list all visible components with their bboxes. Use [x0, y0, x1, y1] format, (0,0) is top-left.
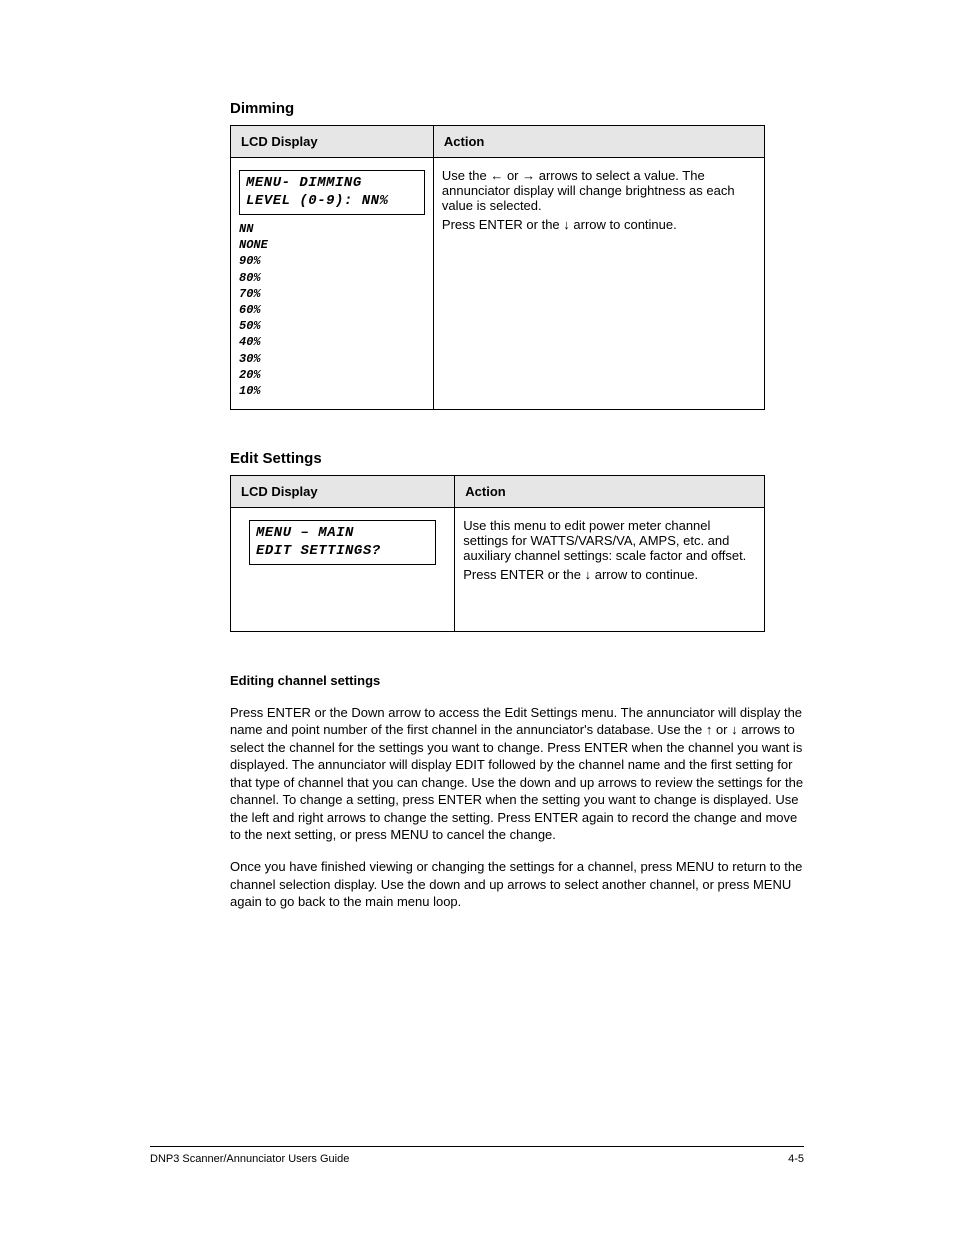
dimming-col-lcd: LCD Display [231, 126, 434, 158]
dimming-value-4: 60% [239, 302, 425, 318]
edit-action-cell: Use this menu to edit power meter channe… [455, 508, 765, 632]
edit-action-2b: arrow to continue. [591, 567, 698, 582]
dimming-value-1: 90% [239, 253, 425, 269]
body-p1c: arrows to select the channel for the set… [230, 722, 803, 842]
edit-lcd-line2: EDIT SETTINGS? [256, 543, 429, 561]
dimming-action-cell: Use the ← or → arrows to select a value.… [433, 158, 764, 410]
dimming-action-2a: Press ENTER or the [442, 217, 563, 232]
edit-lcd-line1: MENU – MAIN [256, 525, 429, 543]
edit-col-action: Action [455, 476, 765, 508]
dimming-value-0: NONE [239, 237, 425, 253]
dimming-lcd-line1: MENU- DIMMING [246, 175, 418, 193]
dimming-action-2b: arrow to continue. [570, 217, 677, 232]
dimming-action-1a: Use the [442, 168, 490, 183]
body-p1b: or [712, 722, 731, 737]
dimming-table: LCD Display Action MENU- DIMMING LEVEL (… [230, 125, 765, 410]
edit-action-2a: Press ENTER or the [463, 567, 584, 582]
dimming-lcd-line2: LEVEL (0-9): NN% [246, 193, 418, 211]
arrow-left-icon: ← [490, 168, 503, 183]
dimming-value-2: 80% [239, 270, 425, 286]
dimming-value-9: 10% [239, 383, 425, 399]
dimming-heading: Dimming [230, 100, 804, 117]
dimming-value-3: 70% [239, 286, 425, 302]
dimming-value-8: 20% [239, 367, 425, 383]
footer-right: 4-5 [788, 1153, 804, 1165]
dimming-value-7: 30% [239, 351, 425, 367]
edit-settings-table: LCD Display Action MENU – MAIN EDIT SETT… [230, 475, 765, 632]
body-text-block: Editing channel settings Press ENTER or … [230, 672, 804, 911]
footer-left: DNP3 Scanner/Annunciator Users Guide [150, 1153, 349, 1165]
page-footer: DNP3 Scanner/Annunciator Users Guide 4-5 [150, 1146, 804, 1165]
arrow-right-icon: → [522, 168, 535, 183]
body-p2: Once you have finished viewing or changi… [230, 858, 804, 911]
dimming-col-action: Action [433, 126, 764, 158]
dimming-lcd-frame: MENU- DIMMING LEVEL (0-9): NN% [239, 170, 425, 215]
dimming-value-6: 40% [239, 334, 425, 350]
dimming-value-5: 50% [239, 318, 425, 334]
dimming-nn-heading: NN [239, 221, 425, 237]
edit-action-1: Use this menu to edit power meter channe… [463, 518, 756, 563]
edit-col-lcd: LCD Display [231, 476, 455, 508]
edit-settings-heading: Edit Settings [230, 450, 804, 467]
body-subheading: Editing channel settings [230, 673, 380, 688]
edit-lcd-frame: MENU – MAIN EDIT SETTINGS? [249, 520, 436, 565]
dimming-action-1b: or [503, 168, 522, 183]
